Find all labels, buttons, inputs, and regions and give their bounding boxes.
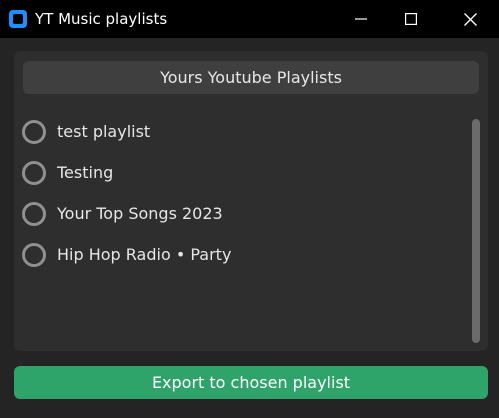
playlist-panel: Yours Youtube Playlists test playlist Te… <box>14 51 488 351</box>
playlist-option[interactable]: Your Top Songs 2023 <box>22 193 462 234</box>
panel-header: Yours Youtube Playlists <box>23 61 479 94</box>
playlist-option[interactable]: test playlist <box>22 111 462 152</box>
maximize-icon <box>405 13 417 25</box>
title-bar[interactable]: YT Music playlists <box>0 0 499 38</box>
minimize-button[interactable] <box>338 0 384 38</box>
minimize-icon <box>355 18 367 20</box>
playlist-label: Testing <box>57 163 114 182</box>
radio-button[interactable] <box>22 160 46 185</box>
app-icon <box>9 10 27 28</box>
radio-button[interactable] <box>22 119 46 144</box>
playlist-label: Your Top Songs 2023 <box>57 204 223 223</box>
scrollbar-thumb[interactable] <box>472 119 480 343</box>
radio-button[interactable] <box>22 242 46 267</box>
app-window: YT Music playlists Yours Youtube Playlis… <box>0 0 499 418</box>
export-button[interactable]: Export to chosen playlist <box>14 366 488 399</box>
playlist-option[interactable]: Testing <box>22 152 462 193</box>
maximize-button[interactable] <box>388 0 434 38</box>
radio-button[interactable] <box>22 201 46 226</box>
scrollbar[interactable] <box>472 119 480 343</box>
playlist-option[interactable]: Hip Hop Radio • Party <box>22 234 462 275</box>
playlist-label: test playlist <box>57 122 151 141</box>
window-title: YT Music playlists <box>35 10 168 28</box>
close-icon <box>463 12 477 26</box>
close-button[interactable] <box>447 0 493 38</box>
playlist-options: test playlist Testing Your Top Songs 202… <box>22 111 462 275</box>
playlist-label: Hip Hop Radio • Party <box>57 245 232 264</box>
